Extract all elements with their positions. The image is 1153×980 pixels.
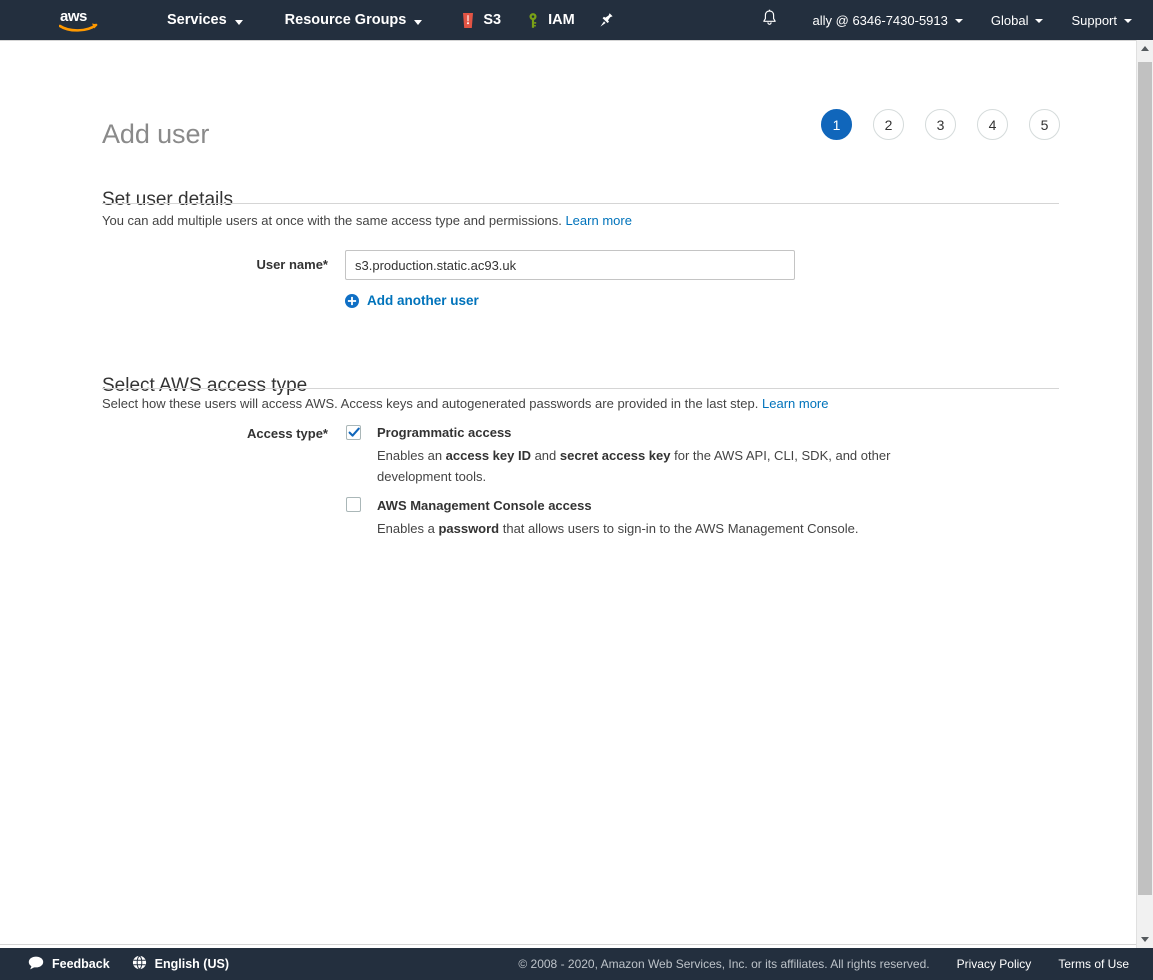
aws-logo[interactable]: aws [59,7,99,33]
option-desc-console-access: Enables a password that allows users to … [377,518,977,539]
nav-secondary-group: ally @ 6346-7430-5913 Global Support [757,0,1153,40]
wizard-step-4-number: 4 [988,116,997,133]
chevron-down-icon [1035,19,1044,23]
scrollbar-thumb[interactable] [1138,62,1152,895]
access-type-description: Select how these users will access AWS. … [102,396,828,411]
copyright-text: © 2008 - 2020, Amazon Web Services, Inc.… [518,957,930,971]
opt0-desc-b2: secret access key [559,448,671,463]
nav-shortcut-s3[interactable]: S3 [460,12,501,29]
access-type-heading: Select AWS access type [102,374,308,396]
opt1-desc-post: that allows users to sign-in to the AWS … [499,521,859,536]
learn-more-link-access-type[interactable]: Learn more [762,396,828,411]
access-type-description-text: Select how these users will access AWS. … [102,396,759,411]
nav-item-services[interactable]: Services [167,12,243,28]
nav-shortcut-s3-label: S3 [483,12,502,28]
nav-pin-shortcut[interactable] [599,12,614,29]
set-user-details-heading: Set user details [102,188,233,210]
wizard-step-5-number: 5 [1040,116,1049,133]
speech-bubble-icon [28,956,44,973]
main-scroll-pane: Add user 1 2 3 4 5 Set user details You … [0,40,1153,948]
terms-of-use-link[interactable]: Terms of Use [1058,957,1129,971]
bottom-bar-right-group: © 2008 - 2020, Amazon Web Services, Inc.… [518,948,1153,980]
opt0-desc-mid: and [530,448,560,463]
nav-account-label: ally @ 6346-7430-5913 [812,12,948,28]
chevron-down-icon [954,19,963,23]
wizard-step-1-number: 1 [832,116,841,133]
checkbox-console-access[interactable] [346,497,361,512]
nav-item-resource-groups-label: Resource Groups [284,12,407,28]
add-user-wizard: Add user 1 2 3 4 5 Set user details You … [0,41,1136,948]
notifications-button[interactable] [757,7,783,33]
nav-account-menu[interactable]: ally @ 6346-7430-5913 [813,13,963,28]
add-another-user-label: Add another user [367,293,479,308]
set-user-details-description-text: You can add multiple users at once with … [102,213,562,228]
checkmark-icon [348,427,360,437]
pin-icon [599,12,614,29]
option-title-programmatic-access: Programmatic access [377,425,512,440]
scroll-down-arrow-icon [1141,937,1149,942]
language-button[interactable]: English (US) [132,955,229,973]
nav-support-menu[interactable]: Support [1071,13,1132,28]
section-divider [102,388,1059,389]
wizard-step-2-number: 2 [884,116,893,133]
user-name-input[interactable] [345,250,795,280]
wizard-step-4[interactable]: 4 [977,109,1008,140]
notifications-bell-icon [761,9,778,32]
vertical-scrollbar[interactable] [1136,40,1153,948]
page-title: Add user [102,119,210,150]
option-title-console-access: AWS Management Console access [377,498,592,513]
checkbox-programmatic-access[interactable] [346,425,361,440]
chevron-down-icon [234,19,243,25]
nav-support-label: Support [1071,12,1117,28]
nav-item-services-label: Services [167,12,227,28]
nav-region-menu[interactable]: Global [991,13,1044,28]
privacy-policy-link[interactable]: Privacy Policy [957,957,1032,971]
globe-icon [132,955,147,973]
set-user-details-description: You can add multiple users at once with … [102,213,632,228]
wizard-step-3-number: 3 [936,116,945,133]
access-type-label: Access type* [247,426,328,441]
opt0-desc-pre: Enables an [377,448,446,463]
form-footer-divider [0,944,1136,945]
top-navigation-bar: aws Services Resource Groups S3 IAM ally… [0,0,1153,40]
add-another-user-button[interactable]: Add another user [345,293,479,308]
svg-text:aws: aws [60,8,87,25]
nav-item-resource-groups[interactable]: Resource Groups [285,12,423,28]
scroll-up-button[interactable] [1137,40,1153,57]
wizard-step-2[interactable]: 2 [873,109,904,140]
feedback-label: Feedback [52,957,110,971]
scroll-up-arrow-icon [1141,46,1149,51]
section-divider [102,203,1059,204]
feedback-button[interactable]: Feedback [28,956,110,973]
nav-shortcut-iam[interactable]: IAM [525,12,575,29]
plus-circle-icon [345,293,359,308]
scroll-down-button[interactable] [1137,931,1153,948]
chevron-down-icon [414,19,423,25]
language-label: English (US) [154,957,229,971]
option-desc-programmatic-access: Enables an access key ID and secret acce… [377,445,937,487]
learn-more-link-user-details[interactable]: Learn more [565,213,631,228]
nav-primary-group: Services Resource Groups S3 IAM [167,12,614,29]
wizard-step-1[interactable]: 1 [821,109,852,140]
opt0-desc-b1: access key ID [445,448,531,463]
opt1-desc-pre: Enables a [377,521,439,536]
chevron-down-icon [1124,19,1132,23]
iam-key-icon [525,12,541,29]
bottom-status-bar: Feedback English (US) © 2008 - 2020, Ama… [0,948,1153,980]
wizard-step-5[interactable]: 5 [1029,109,1060,140]
user-name-label: User name* [256,257,328,272]
nav-shortcut-iam-label: IAM [548,12,575,28]
nav-region-label: Global [990,12,1029,28]
s3-bucket-icon [460,12,476,29]
wizard-step-indicator: 1 2 3 4 5 [821,109,1060,140]
opt1-desc-b1: password [438,521,500,536]
wizard-step-3[interactable]: 3 [925,109,956,140]
